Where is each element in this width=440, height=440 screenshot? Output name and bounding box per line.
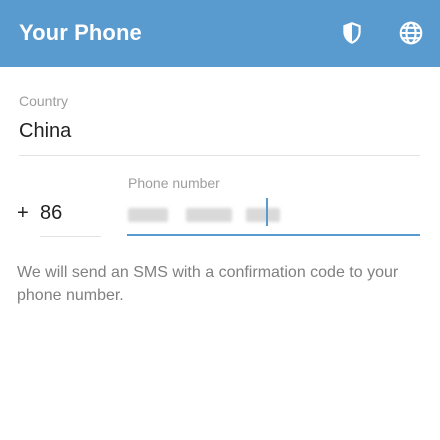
redacted-digits xyxy=(186,208,232,222)
globe-icon xyxy=(399,21,423,45)
page-title: Your Phone xyxy=(19,20,142,45)
phone-number-label: Phone number xyxy=(128,175,220,191)
redacted-digits xyxy=(246,208,280,222)
language-button[interactable] xyxy=(397,19,425,47)
country-code-input[interactable]: 86 xyxy=(40,202,101,225)
country-code-underline xyxy=(40,236,101,237)
phone-number-underline xyxy=(127,234,420,236)
country-label: Country xyxy=(19,93,69,109)
phone-number-input[interactable] xyxy=(128,198,420,230)
country-select[interactable]: China xyxy=(19,120,71,143)
redacted-digits xyxy=(128,208,168,222)
phone-login-screen: Your Phone Country China + 86 Phone numb… xyxy=(0,0,440,440)
plus-sign: + xyxy=(17,202,29,224)
country-divider xyxy=(19,155,420,156)
sms-info-text: We will send an SMS with a confirmation … xyxy=(17,264,399,304)
text-caret xyxy=(266,198,268,226)
app-header: Your Phone xyxy=(0,0,440,67)
proxy-settings-button[interactable] xyxy=(338,19,366,47)
shield-icon xyxy=(343,22,361,44)
